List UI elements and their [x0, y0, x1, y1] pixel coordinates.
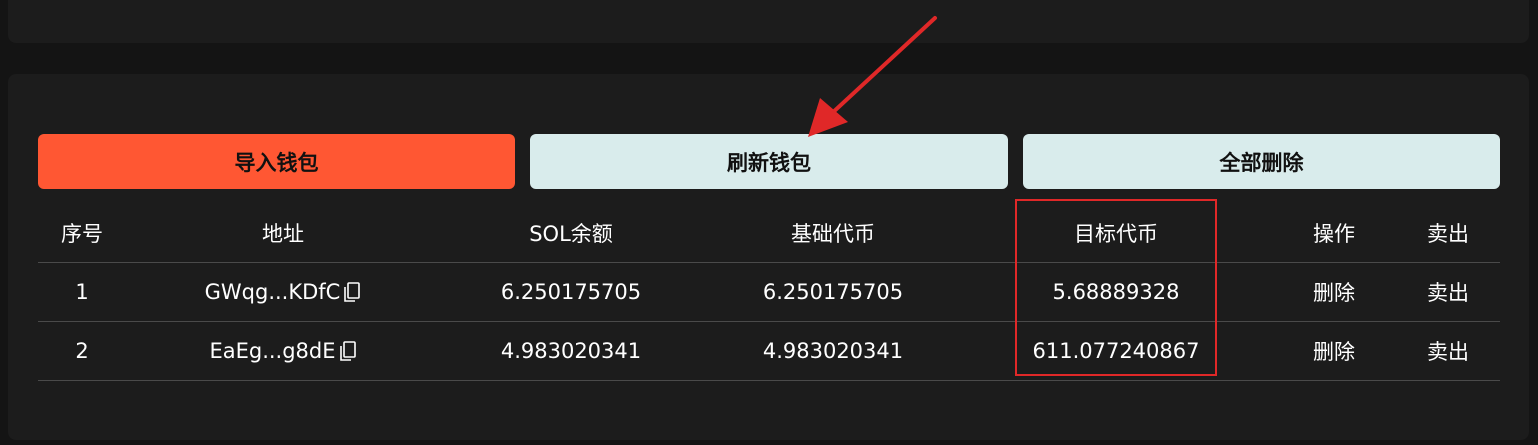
table-row: 2 EaEg...g8dE 4.983020341 4.983020341 61…	[38, 322, 1500, 381]
delete-button[interactable]: 删除	[1294, 322, 1374, 380]
import-wallet-button[interactable]: 导入钱包	[38, 134, 515, 189]
wallet-address: EaEg...g8dE	[188, 322, 378, 380]
header-operation: 操作	[1313, 222, 1355, 246]
address-text: GWqg...KDfC	[204, 280, 341, 304]
header-base-token: 基础代币	[791, 222, 875, 246]
sell-button[interactable]: 卖出	[1408, 322, 1488, 380]
refresh-wallet-button[interactable]: 刷新钱包	[530, 134, 1008, 189]
row-index: 2	[75, 339, 89, 363]
row-index: 1	[75, 280, 89, 304]
sell-button[interactable]: 卖出	[1408, 263, 1488, 321]
target-token-balance: 611.077240867	[1032, 339, 1200, 363]
table-row: 1 GWqg...KDfC 6.250175705 6.250175705 5.…	[38, 263, 1500, 322]
address-text: EaEg...g8dE	[209, 339, 336, 363]
header-sell: 卖出	[1427, 222, 1469, 246]
wallet-address: GWqg...KDfC	[188, 263, 378, 321]
header-index: 序号	[61, 222, 103, 246]
top-panel	[8, 0, 1529, 43]
copy-icon[interactable]	[339, 340, 357, 362]
table-header-row: 序号 地址 SOL余额 基础代币 目标代币 操作 卖出	[38, 204, 1500, 263]
delete-all-button[interactable]: 全部删除	[1023, 134, 1500, 189]
header-target-token: 目标代币	[1074, 222, 1158, 246]
base-token-balance: 6.250175705	[762, 280, 904, 304]
delete-button[interactable]: 删除	[1294, 263, 1374, 321]
sol-balance: 6.250175705	[500, 280, 642, 304]
sol-balance: 4.983020341	[500, 339, 642, 363]
copy-icon[interactable]	[343, 281, 361, 303]
base-token-balance: 4.983020341	[762, 339, 904, 363]
wallet-table: 序号 地址 SOL余额 基础代币 目标代币 操作 卖出 1 GWqg...KDf…	[38, 204, 1500, 381]
header-address: 地址	[262, 222, 304, 246]
header-sol-balance: SOL余额	[529, 222, 613, 246]
target-token-balance: 5.68889328	[1052, 280, 1180, 304]
